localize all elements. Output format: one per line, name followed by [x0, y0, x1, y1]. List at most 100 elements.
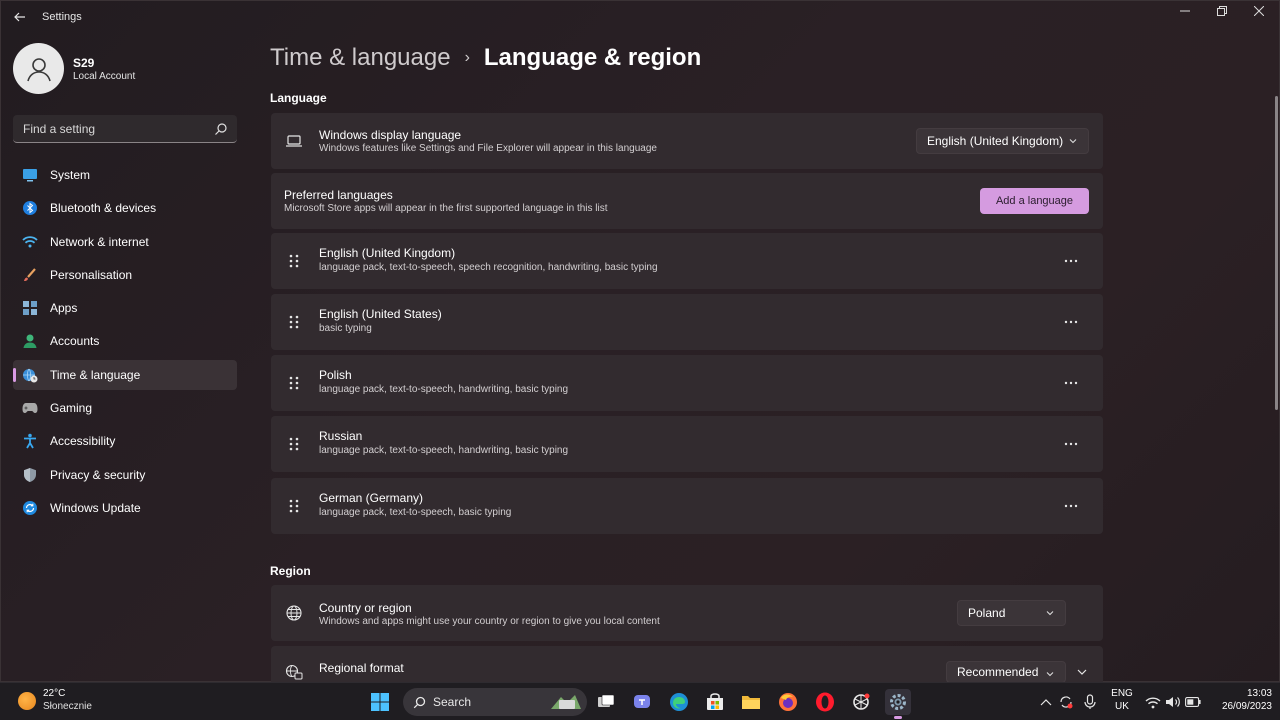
language-row[interactable]: Polish language pack, text-to-speech, ha… [271, 355, 1103, 411]
firefox-button[interactable] [775, 689, 801, 715]
regional-format-dropdown[interactable]: Recommended [946, 661, 1066, 683]
task-view-button[interactable] [593, 689, 619, 715]
nav-label: System [50, 168, 91, 182]
maximize-button[interactable] [1211, 2, 1233, 20]
sun-icon[interactable] [18, 692, 36, 710]
more-options-button[interactable] [1061, 375, 1081, 391]
nav-item-system[interactable]: System [13, 160, 237, 190]
drag-handle-icon[interactable] [288, 498, 300, 514]
card-subtitle: Microsoft Store apps will appear in the … [284, 203, 608, 214]
folder-icon [742, 696, 760, 709]
language-features: language pack, text-to-speech, handwriti… [319, 384, 569, 395]
wifi-status[interactable] [1145, 694, 1161, 710]
nav-label: Network & internet [50, 234, 149, 249]
microphone-icon [1084, 694, 1096, 709]
display-language-dropdown[interactable]: English (United Kingdom) [916, 128, 1089, 154]
breadcrumb-parent[interactable]: Time & language [270, 44, 451, 72]
globe-icon [284, 603, 304, 623]
input-language-indicator[interactable]: ENG UK [1108, 687, 1136, 713]
expand-button[interactable] [1072, 662, 1092, 682]
nav-item-personalisation[interactable]: Personalisation [13, 260, 237, 290]
tray-sync-button[interactable] [1058, 694, 1074, 710]
more-options-button[interactable] [1061, 314, 1081, 330]
edge-button[interactable] [666, 689, 692, 715]
language-row[interactable]: Russian language pack, text-to-speech, h… [271, 416, 1103, 472]
microphone-button[interactable] [1082, 694, 1098, 710]
nav-label: Time & language [50, 367, 141, 382]
volume-status[interactable] [1165, 694, 1181, 710]
start-button[interactable] [367, 689, 393, 715]
chevron-down-icon [1077, 669, 1087, 675]
store-button[interactable] [702, 689, 728, 715]
nav-item-time-language[interactable]: Time & language [13, 359, 237, 390]
nav-label: Gaming [50, 401, 93, 416]
drag-handle-icon[interactable] [288, 253, 300, 269]
nav-item-gaming[interactable]: Gaming [13, 393, 237, 423]
drag-handle-icon[interactable] [288, 314, 300, 330]
file-explorer-button[interactable] [738, 689, 764, 715]
minimize-button[interactable] [1174, 2, 1196, 20]
nav-label: Privacy & security [50, 467, 146, 482]
nav-item-apps[interactable]: Apps [13, 293, 237, 323]
nav-item-accessibility[interactable]: Accessibility [13, 426, 237, 456]
regional-format-card[interactable]: Regional format Recommended [271, 646, 1103, 683]
firefox-icon [779, 693, 797, 711]
battery-status[interactable] [1185, 694, 1201, 710]
nav-item-windows-update[interactable]: Windows Update [13, 493, 237, 523]
close-icon [1254, 6, 1264, 16]
opera-button[interactable] [812, 689, 838, 715]
drag-handle-icon[interactable] [288, 436, 300, 452]
language-row[interactable]: English (United Kingdom) language pack, … [271, 233, 1103, 289]
language-row[interactable]: German (Germany) language pack, text-to-… [271, 478, 1103, 534]
chatgpt-app-button[interactable] [848, 689, 874, 715]
language-name: Polish [319, 368, 352, 382]
bluetooth-icon [22, 200, 38, 216]
search-input[interactable] [13, 121, 203, 136]
person-icon [22, 333, 38, 349]
teams-button[interactable] [629, 689, 655, 715]
more-options-button[interactable] [1061, 253, 1081, 269]
taskbar-search[interactable]: Search [403, 688, 587, 716]
more-options-button[interactable] [1061, 498, 1081, 514]
more-icon [1064, 381, 1078, 385]
settings-search[interactable] [13, 115, 237, 143]
close-button[interactable] [1248, 2, 1270, 20]
keyboard-layout: UK [1115, 701, 1129, 712]
avatar[interactable] [13, 43, 64, 94]
weather-temperature[interactable]: 22°C [43, 688, 65, 699]
back-button[interactable] [10, 8, 30, 26]
edge-icon [670, 693, 688, 711]
drag-handle-icon[interactable] [288, 375, 300, 391]
dropdown-value: Poland [968, 606, 1006, 620]
more-icon [1064, 259, 1078, 263]
card-subtitle: Windows features like Settings and File … [319, 143, 657, 154]
scrollbar[interactable] [1275, 96, 1278, 410]
nav-item-privacy[interactable]: Privacy & security [13, 460, 237, 490]
breadcrumb: Time & language › Language & region [270, 44, 701, 72]
settings-app-button[interactable] [885, 689, 911, 719]
search-highlight-icon [551, 695, 581, 709]
language-row[interactable]: English (United States) basic typing [271, 294, 1103, 350]
add-language-button[interactable]: Add a language [980, 188, 1089, 214]
more-options-button[interactable] [1061, 436, 1081, 452]
openai-icon [853, 693, 870, 710]
nav-item-accounts[interactable]: Accounts [13, 326, 237, 356]
nav-item-network[interactable]: Network & internet [13, 227, 237, 257]
search-icon[interactable] [214, 122, 228, 136]
taskbar-search-label: Search [433, 695, 472, 709]
store-icon [707, 693, 723, 710]
weather-description[interactable]: Słonecznie [43, 701, 92, 712]
nav-item-bluetooth[interactable]: Bluetooth & devices [13, 193, 237, 223]
title-bar: Settings [0, 0, 1280, 34]
apps-icon [22, 300, 38, 316]
nav-label: Accessibility [50, 434, 116, 449]
clock[interactable]: 13:03 26/09/2023 [1204, 687, 1272, 713]
globe-clock-icon [22, 367, 38, 383]
tray-overflow-button[interactable] [1038, 694, 1054, 710]
preferred-languages-card: Preferred languages Microsoft Store apps… [271, 173, 1103, 229]
battery-icon [1185, 697, 1201, 707]
brush-icon [22, 267, 38, 283]
country-dropdown[interactable]: Poland [957, 600, 1066, 626]
dropdown-value: Recommended [957, 665, 1039, 679]
dropdown-value: English (United Kingdom) [927, 134, 1064, 148]
